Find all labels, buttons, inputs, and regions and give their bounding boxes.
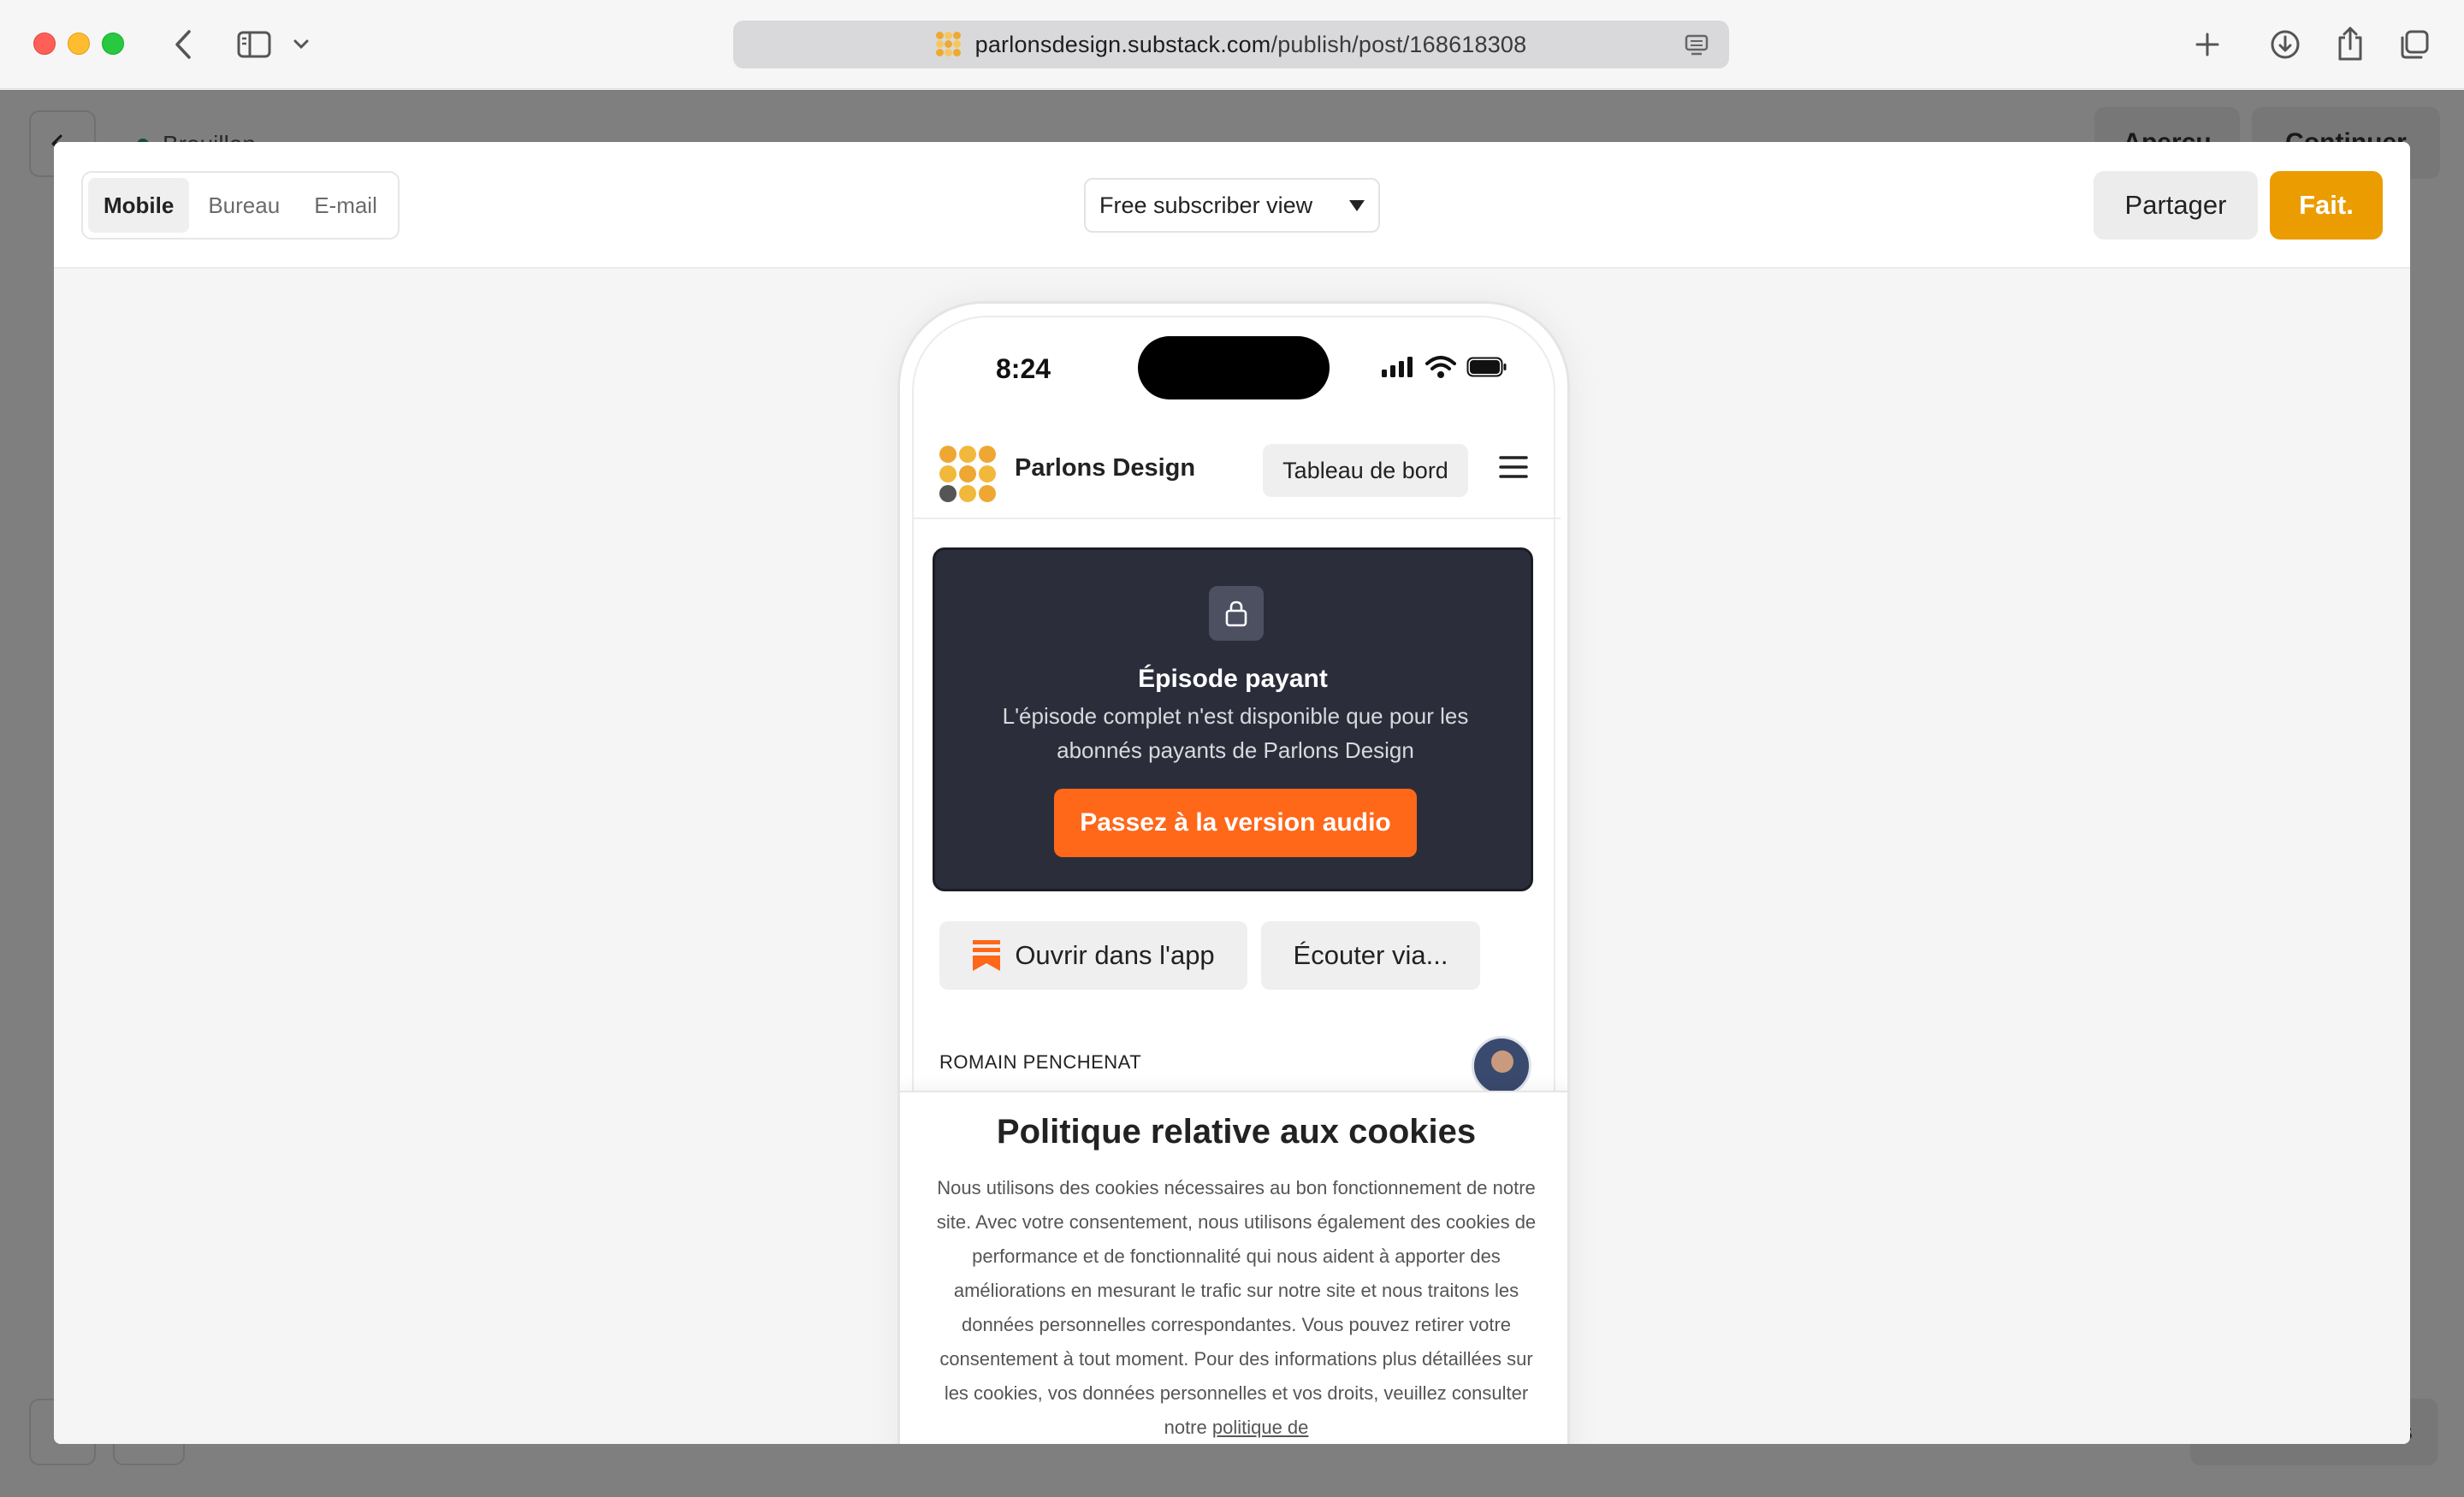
paywall-card: Épisode payant L'épisode complet n'est d… xyxy=(933,547,1533,891)
open-in-app-button[interactable]: Ouvrir dans l'app xyxy=(939,921,1247,990)
chevron-down-icon[interactable] xyxy=(291,34,311,55)
zoom-window-button[interactable] xyxy=(102,33,124,55)
publication-logo-icon[interactable] xyxy=(939,446,996,502)
tab-mobile[interactable]: Mobile xyxy=(88,178,190,233)
battery-icon xyxy=(1466,357,1507,377)
open-in-app-label: Ouvrir dans l'app xyxy=(1015,940,1215,970)
author-avatar[interactable] xyxy=(1472,1036,1531,1096)
author-name[interactable]: ROMAIN PENCHENAT xyxy=(939,1051,1141,1074)
downloads-icon[interactable] xyxy=(2269,27,2301,62)
browser-toolbar: parlonsdesign.substack.com/publish/post/… xyxy=(0,0,2464,89)
done-button[interactable]: Fait. xyxy=(2270,171,2383,240)
signal-icon xyxy=(1382,357,1413,377)
device-tabs: Mobile Bureau E-mail xyxy=(81,171,400,240)
sidebar-toggle-icon[interactable] xyxy=(234,27,274,62)
reader-view-icon[interactable] xyxy=(1685,34,1709,61)
site-favicon-icon xyxy=(935,32,962,57)
minimize-window-button[interactable] xyxy=(68,33,90,55)
paywall-title: Épisode payant xyxy=(1138,665,1328,693)
listen-via-button[interactable]: Écouter via... xyxy=(1261,921,1480,990)
cookie-body: Nous utilisons des cookies nécessaires a… xyxy=(936,1177,1537,1438)
dashboard-button[interactable]: Tableau de bord xyxy=(1263,444,1468,497)
lock-icon xyxy=(1209,586,1264,641)
share-icon[interactable] xyxy=(2334,24,2366,63)
audio-version-button[interactable]: Passez à la version audio xyxy=(1054,789,1417,857)
publication-header: Parlons Design Tableau de bord xyxy=(912,423,1561,519)
address-bar[interactable]: parlonsdesign.substack.com/publish/post/… xyxy=(733,21,1729,68)
tab-email[interactable]: E-mail xyxy=(299,178,393,233)
tab-overview-icon[interactable] xyxy=(2397,27,2431,62)
share-button[interactable]: Partager xyxy=(2094,171,2258,240)
tab-desktop[interactable]: Bureau xyxy=(192,178,295,233)
subscriber-view-select[interactable]: Free subscriber view xyxy=(1084,178,1380,233)
paywall-description: L'épisode complet n'est disponible que p… xyxy=(1002,703,1469,763)
cookie-title: Politique relative aux cookies xyxy=(996,1113,1477,1151)
wifi-icon xyxy=(1425,356,1456,378)
new-tab-icon[interactable] xyxy=(2192,27,2223,62)
status-time: 8:24 xyxy=(996,353,1051,384)
subscriber-view-value: Free subscriber view xyxy=(1099,192,1313,218)
status-icons xyxy=(1381,355,1507,379)
substack-bookmark-icon xyxy=(973,940,1001,971)
url-text: parlonsdesign.substack.com/publish/post/… xyxy=(974,31,1527,57)
publication-name[interactable]: Parlons Design xyxy=(1015,454,1195,482)
cookie-banner: Politique relative aux cookies Nous util… xyxy=(900,1091,1567,1444)
caret-down-icon xyxy=(1349,199,1365,211)
cookie-text: Nous utilisons des cookies nécessaires a… xyxy=(936,1171,1537,1444)
hamburger-menu-icon[interactable] xyxy=(1499,454,1528,484)
phone-frame: 8:24 Parlons Design Tableau de bord Épis… xyxy=(897,301,1570,1444)
dynamic-island xyxy=(1138,336,1330,399)
cookie-policy-link[interactable]: politique de xyxy=(1212,1417,1309,1438)
preview-modal-header: Mobile Bureau E-mail Free subscriber vie… xyxy=(54,142,2410,269)
back-icon[interactable] xyxy=(168,26,198,63)
preview-canvas: 8:24 Parlons Design Tableau de bord Épis… xyxy=(54,269,2410,1444)
close-window-button[interactable] xyxy=(33,33,56,55)
preview-modal: Mobile Bureau E-mail Free subscriber vie… xyxy=(54,142,2410,1444)
